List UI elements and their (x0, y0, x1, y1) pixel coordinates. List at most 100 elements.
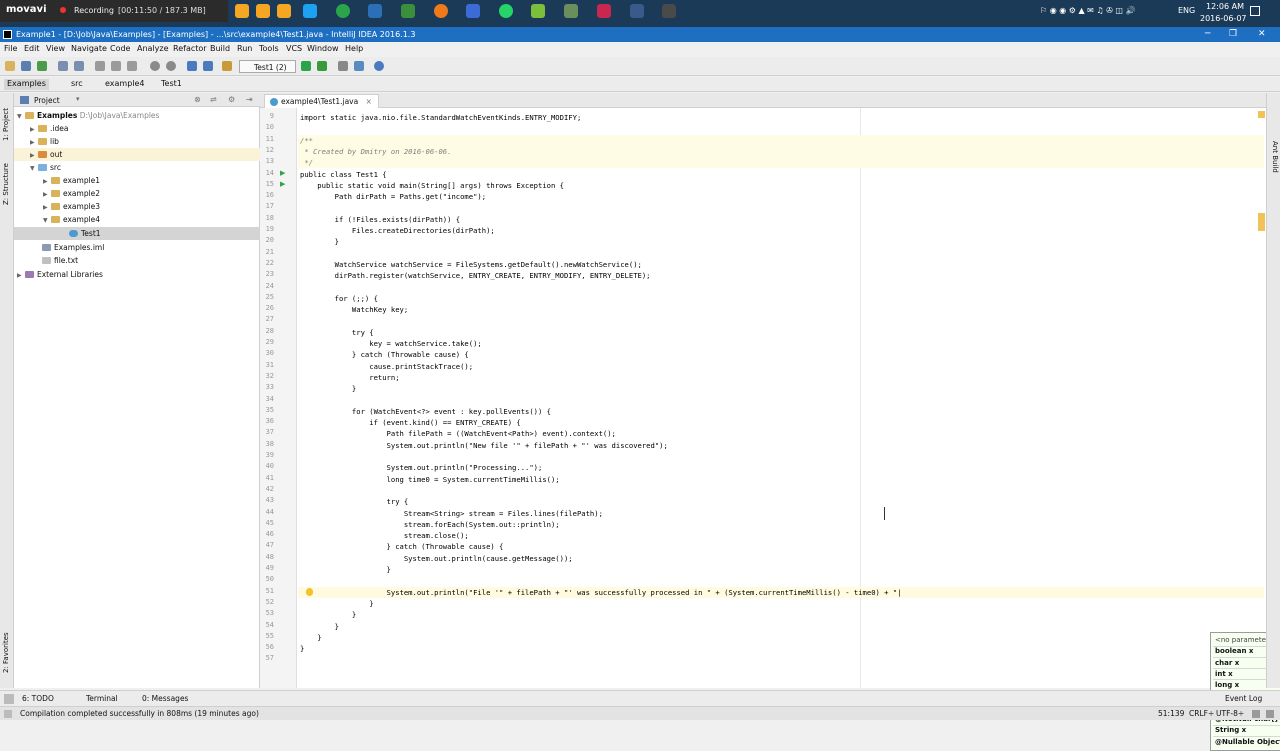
menu-tools[interactable]: Tools (259, 44, 279, 53)
tree-item-src[interactable]: ▼ src (14, 161, 260, 174)
ant-build-tool-tab[interactable]: Ant Build (1271, 141, 1279, 173)
minimize-button[interactable]: ─ (1205, 29, 1210, 39)
editor-gutter[interactable]: 9 10 11 12 13 14 15 16 17 18 19 20 21 22 23 24 25 26 27 28 2… (260, 108, 297, 688)
tray-lang[interactable]: ENG (1178, 6, 1195, 15)
run-icon[interactable] (301, 61, 311, 71)
event-log-button[interactable]: Event Log (1225, 694, 1262, 703)
copy-icon[interactable] (111, 61, 121, 71)
forward-icon[interactable] (203, 61, 213, 71)
menu-vcs[interactable]: VCS (286, 44, 302, 53)
toggle-tool-windows-icon[interactable] (4, 694, 14, 704)
inspector-icon[interactable] (1266, 710, 1274, 718)
make-icon[interactable] (222, 61, 232, 71)
tree-item-lib[interactable]: ▶ lib (14, 135, 260, 148)
project-view-select[interactable]: Project (34, 96, 60, 105)
tree-item-examples-iml[interactable]: Examples.iml (14, 241, 260, 254)
run-config-select[interactable]: Test1 (2) (239, 60, 296, 73)
terminal-tool-button[interactable]: Terminal (86, 694, 118, 703)
menu-refactor[interactable]: Refactor (173, 44, 207, 53)
menu-window[interactable]: Window (307, 44, 339, 53)
gear-icon[interactable]: ⚙ (228, 95, 235, 104)
menu-run[interactable]: Run (237, 44, 252, 53)
breadcrumb-src[interactable]: src (68, 79, 86, 90)
line-number: 57 (265, 654, 274, 663)
redo-icon[interactable] (74, 61, 84, 71)
whatsapp-icon[interactable] (499, 4, 513, 18)
menu-edit[interactable]: Edit (24, 44, 40, 53)
structure-tool-tab[interactable]: Z: Structure (2, 163, 10, 205)
intellij-taskbar-icon[interactable] (597, 4, 611, 18)
tree-item-example1[interactable]: ▶ example1 (14, 174, 260, 187)
notifications-icon[interactable] (1250, 6, 1260, 16)
messages-tool-button[interactable]: 0: Messages (142, 694, 188, 703)
tray-time[interactable]: 12:06 AM (1206, 2, 1244, 11)
lightbulb-icon[interactable] (306, 587, 313, 596)
tree-item-file-txt[interactable]: file.txt (14, 254, 260, 267)
tree-item-example2[interactable]: ▶ example2 (14, 187, 260, 200)
target-icon[interactable]: ⊗ (194, 95, 201, 104)
pause-icon[interactable] (256, 4, 270, 18)
screen-app-icon[interactable] (662, 4, 676, 18)
android-icon[interactable] (531, 4, 545, 18)
run-gutter-icon[interactable]: ▶ (280, 180, 285, 188)
file-encoding[interactable]: UTF-8÷ (1216, 709, 1244, 718)
tree-item-examples[interactable]: ▼ Examples D:\Job\Java\Examples (14, 109, 260, 122)
recorder-settings-icon[interactable] (235, 4, 249, 18)
breadcrumb-examples[interactable]: Examples (4, 79, 49, 90)
project-structure-icon[interactable] (354, 61, 364, 71)
menu-analyze[interactable]: Analyze (137, 44, 169, 53)
menu-help[interactable]: Help (345, 44, 363, 53)
tree-item-idea[interactable]: ▶ .idea (14, 122, 260, 135)
find-icon[interactable] (150, 61, 160, 71)
orange-app-icon[interactable] (434, 4, 448, 18)
favorites-tool-tab[interactable]: 2: Favorites (2, 632, 10, 673)
editor-tab-test1[interactable]: example4\Test1.java × (264, 94, 379, 108)
tree-item-example4[interactable]: ▼ example4 (14, 213, 260, 226)
run-gutter-icon[interactable]: ▶ (280, 169, 285, 177)
replace-icon[interactable] (166, 61, 176, 71)
sync-icon[interactable] (37, 61, 47, 71)
breadcrumb-test1[interactable]: Test1 (158, 79, 185, 90)
xdk-icon[interactable] (368, 4, 382, 18)
chevron-down-icon[interactable]: ▾ (76, 95, 80, 103)
scroll-marker[interactable] (1258, 213, 1265, 231)
open-icon[interactable] (5, 61, 15, 71)
tree-item-test1[interactable]: Test1 (14, 227, 260, 240)
menu-code[interactable]: Code (110, 44, 130, 53)
tree-item-external-libraries[interactable]: ▶ External Libraries (14, 268, 260, 281)
todo-tool-button[interactable]: 6: TODO (22, 694, 54, 703)
collapse-icon[interactable]: ⇌ (210, 95, 217, 104)
image-app-icon[interactable] (630, 4, 644, 18)
git-icon[interactable] (564, 4, 578, 18)
app-green-icon[interactable] (336, 4, 350, 18)
lock-icon[interactable] (1252, 710, 1260, 718)
tray-date[interactable]: 2016-06-07 (1200, 14, 1247, 23)
tray-icons[interactable]: ⚐ ◉ ◉ ⚙ ▲ ✉ ♫ ✇ ◫ 🔊 (1040, 6, 1135, 15)
save-icon[interactable] (21, 61, 31, 71)
help-icon[interactable] (374, 61, 384, 71)
puzzle-app-icon[interactable] (466, 4, 480, 18)
skype-icon[interactable] (303, 4, 317, 18)
stop-icon[interactable] (277, 4, 291, 18)
menu-build[interactable]: Build (210, 44, 230, 53)
close-tab-icon[interactable]: × (366, 97, 372, 106)
menu-file[interactable]: File (4, 44, 17, 53)
breadcrumb-example4[interactable]: example4 (102, 79, 148, 90)
debug-icon[interactable] (317, 61, 327, 71)
settings-icon[interactable] (338, 61, 348, 71)
close-button[interactable]: ✕ (1258, 29, 1266, 39)
back-icon[interactable] (187, 61, 197, 71)
tree-item-example3[interactable]: ▶ example3 (14, 200, 260, 213)
tree-item-out[interactable]: ▶ out (14, 148, 260, 161)
menu-navigate[interactable]: Navigate (71, 44, 107, 53)
menu-view[interactable]: View (46, 44, 65, 53)
undo-icon[interactable] (58, 61, 68, 71)
maximize-button[interactable]: ❐ (1229, 29, 1237, 39)
hide-icon[interactable]: ⇥ (246, 95, 253, 104)
cut-icon[interactable] (95, 61, 105, 71)
line-separator[interactable]: CRLF÷ (1189, 709, 1214, 718)
tree-app-icon[interactable] (401, 4, 415, 18)
paste-icon[interactable] (127, 61, 137, 71)
project-tool-tab[interactable]: 1: Project (2, 108, 10, 141)
caret-position[interactable]: 51:139 (1158, 709, 1184, 718)
